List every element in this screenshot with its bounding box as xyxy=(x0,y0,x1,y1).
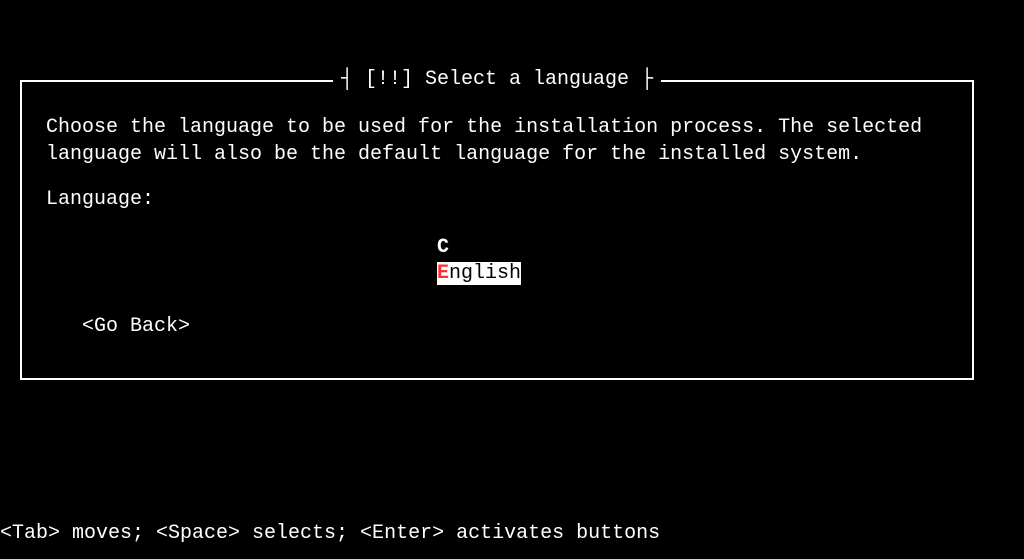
title-text: [!!] Select a language xyxy=(353,68,641,91)
go-back-button[interactable]: <Go Back> xyxy=(22,315,972,338)
title-right-bracket: ├ xyxy=(641,68,653,91)
option-shortcut: C xyxy=(437,236,449,259)
language-prompt: Language: xyxy=(22,168,972,211)
language-dialog: ┤ [!!] Select a language ├ Choose the la… xyxy=(20,80,974,380)
option-shortcut: E xyxy=(437,262,449,285)
language-options: C English xyxy=(22,235,972,287)
help-bar: <Tab> moves; <Space> selects; <Enter> ac… xyxy=(0,522,660,545)
option-rest: nglish xyxy=(449,262,521,285)
dialog-description: Choose the language to be used for the i… xyxy=(22,102,972,168)
title-left-bracket: ┤ xyxy=(341,68,353,91)
dialog-title: ┤ [!!] Select a language ├ xyxy=(333,68,661,91)
language-option-english[interactable]: English xyxy=(22,261,972,287)
language-option-c[interactable]: C xyxy=(22,235,972,261)
